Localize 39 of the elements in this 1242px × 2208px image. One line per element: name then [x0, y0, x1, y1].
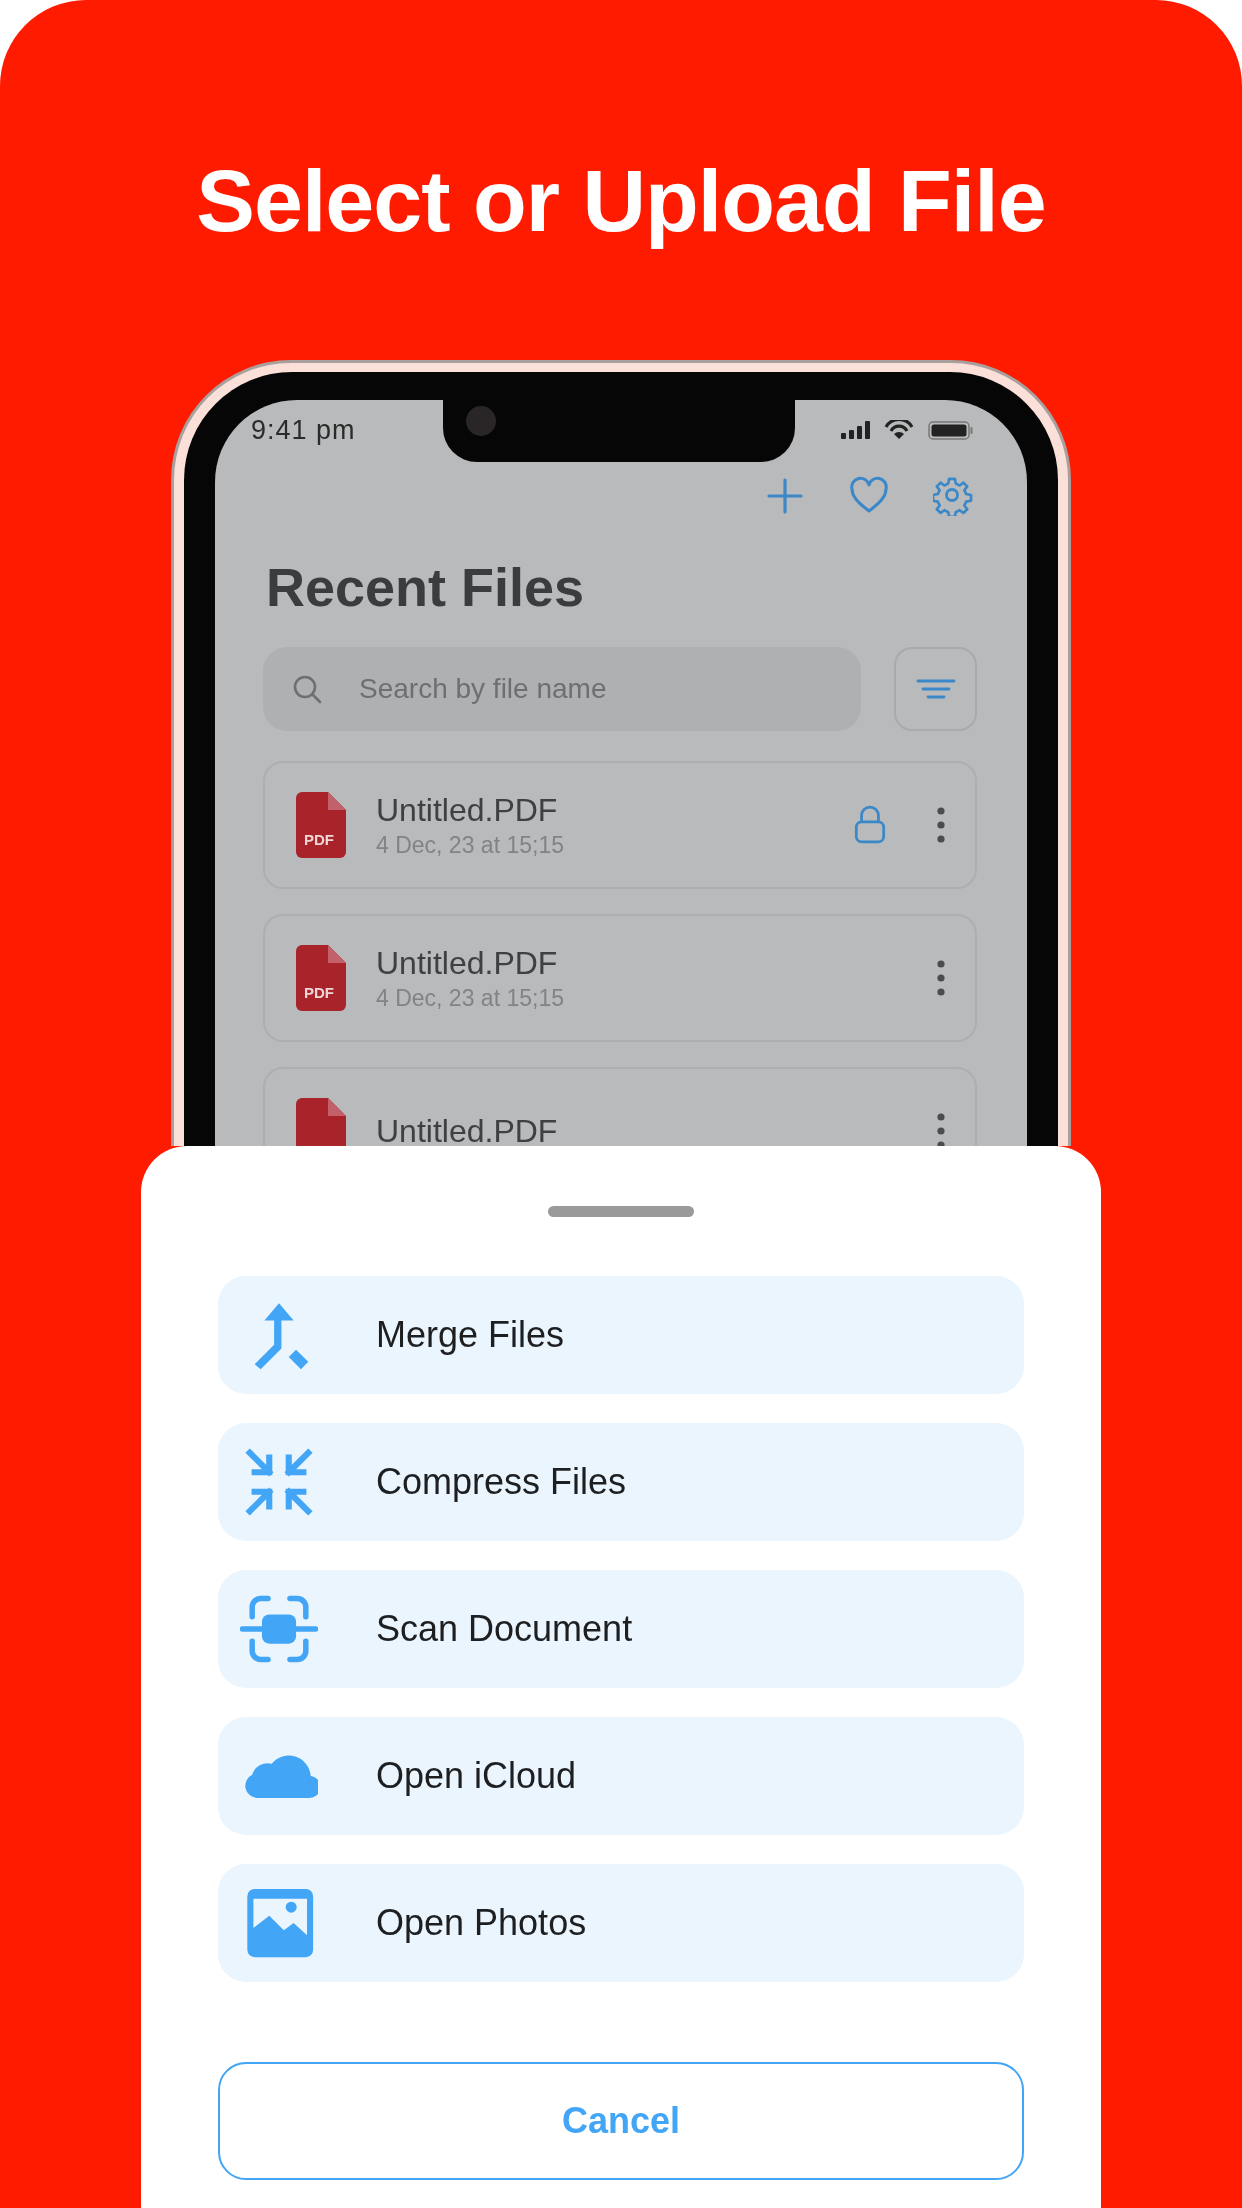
- action-item[interactable]: Merge Files: [218, 1276, 1024, 1394]
- pdf-label: PDF: [304, 832, 334, 848]
- search-field[interactable]: Search by file name: [263, 647, 861, 731]
- search-icon: [291, 673, 323, 705]
- action-label: Compress Files: [376, 1461, 627, 1503]
- action-label: Open iCloud: [376, 1755, 577, 1797]
- filter-button[interactable]: [894, 647, 977, 731]
- file-card[interactable]: PDF Untitled.PDF 4 Dec, 23 at 15;15: [263, 914, 977, 1042]
- more-icon[interactable]: [937, 807, 945, 843]
- action-label: Merge Files: [376, 1314, 565, 1356]
- more-icon[interactable]: [937, 1113, 945, 1146]
- pdf-file-icon: [296, 945, 346, 1011]
- add-icon[interactable]: [765, 476, 805, 516]
- action-item[interactable]: Scan Document: [218, 1570, 1024, 1688]
- file-card[interactable]: PDF Untitled.PDF 4 Dec, 23 at 15;15: [263, 761, 977, 889]
- more-icon[interactable]: [937, 960, 945, 996]
- file-date: 4 Dec, 23 at 15;15: [376, 984, 565, 1012]
- wifi-icon: [884, 420, 914, 440]
- filter-icon: [915, 677, 956, 701]
- signal-icon: [841, 421, 870, 439]
- action-item[interactable]: Open iCloud: [218, 1717, 1024, 1835]
- action-label: Scan Document: [376, 1608, 633, 1650]
- camera-icon: [466, 406, 496, 436]
- action-item[interactable]: Compress Files: [218, 1423, 1024, 1541]
- file-date: 4 Dec, 23 at 15;15: [376, 831, 565, 859]
- pdf-file-icon: [296, 792, 346, 858]
- file-name: Untitled.PDF: [376, 944, 559, 981]
- file-name: Untitled.PDF: [376, 791, 559, 828]
- status-time: 9:41 pm: [251, 414, 356, 446]
- pdf-label: PDF: [304, 985, 334, 1001]
- pdf-file-icon: [296, 1098, 346, 1146]
- action-item[interactable]: Open Photos: [218, 1864, 1024, 1982]
- screen-title: Recent Files: [266, 556, 586, 619]
- drag-handle[interactable]: [548, 1206, 694, 1217]
- action-label: Open Photos: [376, 1902, 587, 1944]
- file-name: Untitled.PDF: [376, 1113, 559, 1146]
- headline: Select or Upload File: [196, 150, 1046, 252]
- battery-icon: [928, 420, 973, 440]
- settings-icon[interactable]: [933, 476, 973, 516]
